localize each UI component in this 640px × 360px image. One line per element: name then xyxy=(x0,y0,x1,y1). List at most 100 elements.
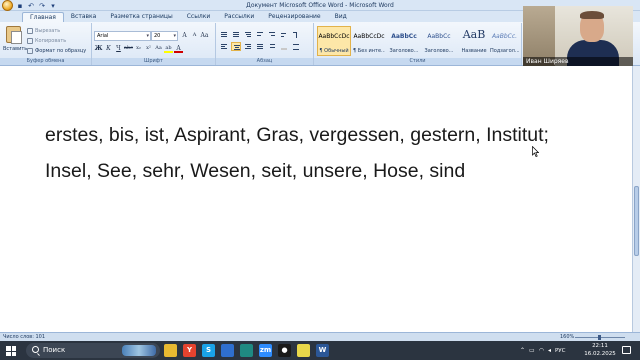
tab-page-layout[interactable]: Разметка страницы xyxy=(103,12,179,22)
taskbar-apps: Y Szm ● W xyxy=(164,344,329,357)
style-no-spacing[interactable]: AaBbCcDc ¶ Без инте... xyxy=(352,26,386,56)
notifications-icon[interactable] xyxy=(622,346,631,354)
strikethrough-button[interactable]: abc xyxy=(124,44,133,53)
subscript-button[interactable]: x₂ xyxy=(134,44,143,53)
justify-icon[interactable] xyxy=(255,42,265,51)
style-sample: AaBbCcDc xyxy=(353,33,385,40)
font-size-value: 20 xyxy=(154,33,161,39)
change-case-button[interactable]: Aa xyxy=(154,44,163,53)
align-right-icon[interactable] xyxy=(243,42,253,51)
document-line-2[interactable]: Insel, See, sehr, Wesen, seit, unsere, H… xyxy=(45,160,465,183)
tab-insert[interactable]: Вставка xyxy=(64,12,103,22)
chevron-up-icon[interactable]: ⌃ xyxy=(520,347,525,354)
cut-button[interactable]: Вырезать xyxy=(27,26,86,36)
grow-font-button[interactable]: A xyxy=(180,31,189,40)
zoom-icon[interactable]: zm xyxy=(259,344,272,357)
taskbar: Поиск Y Szm ● W ⌃ ▭ ◠ ◂ РУС 22:11 16.02.202… xyxy=(0,341,640,360)
style-name: ¶ Без инте... xyxy=(353,48,385,54)
align-center-icon[interactable] xyxy=(231,42,241,51)
clock-time: 22:11 xyxy=(592,343,608,349)
paragraph-group: Абзац xyxy=(216,23,314,65)
style-name: Заголово... xyxy=(424,48,454,54)
font-size-dropdown[interactable]: 20 ▾ xyxy=(151,31,178,41)
style-sample: AaB xyxy=(462,28,486,41)
clear-formatting-button[interactable]: Aa xyxy=(200,31,209,40)
clock-date: 16.02.2025 xyxy=(584,351,616,357)
shrink-font-button[interactable]: A xyxy=(190,31,199,40)
zoom-slider-thumb[interactable] xyxy=(598,335,601,340)
paste-button[interactable]: Вставить xyxy=(3,25,28,55)
style-title[interactable]: AaB Название xyxy=(457,26,491,56)
scrollbar-thumb[interactable] xyxy=(634,186,639,256)
show-marks-icon[interactable] xyxy=(291,30,301,39)
sort-icon[interactable] xyxy=(279,30,289,39)
language-indicator[interactable]: РУС xyxy=(555,348,566,354)
format-painter-button[interactable]: Формат по образцу xyxy=(27,46,86,56)
style-name: Подзагол... xyxy=(490,48,519,54)
style-heading-1[interactable]: AaBbCc Заголово... xyxy=(387,26,421,56)
wifi-icon[interactable]: ◠ xyxy=(539,347,544,354)
style-name: Заголово... xyxy=(389,48,419,54)
document-page[interactable] xyxy=(0,66,632,332)
font-name-value: Arial xyxy=(97,33,109,39)
style-sample: AaBbCc. xyxy=(491,33,518,40)
app-icon[interactable] xyxy=(221,344,234,357)
taskbar-clock[interactable]: 22:11 16.02.2025 xyxy=(584,342,616,358)
tab-view[interactable]: Вид xyxy=(328,12,354,22)
skype-icon[interactable]: S xyxy=(202,344,215,357)
file-explorer-icon[interactable] xyxy=(164,344,177,357)
align-left-icon[interactable] xyxy=(219,42,229,51)
yandex-browser-icon[interactable]: Y xyxy=(183,344,196,357)
media-player-icon[interactable]: ● xyxy=(278,344,291,357)
font-group-label: Шрифт xyxy=(92,58,215,65)
decrease-indent-icon[interactable] xyxy=(255,30,265,39)
increase-indent-icon[interactable] xyxy=(267,30,277,39)
style-name: Название xyxy=(461,48,487,54)
paragraph-group-label: Абзац xyxy=(216,58,313,65)
taskbar-search[interactable]: Поиск xyxy=(26,343,160,358)
font-name-dropdown[interactable]: Arial ▾ xyxy=(94,31,151,41)
line-spacing-icon[interactable] xyxy=(267,42,277,51)
network-icon[interactable]: ▭ xyxy=(529,347,535,354)
multilevel-list-icon[interactable] xyxy=(243,30,253,39)
copy-button[interactable]: Копировать xyxy=(27,36,86,46)
mouse-cursor-icon xyxy=(532,146,539,157)
tab-review[interactable]: Рецензирование xyxy=(261,12,327,22)
status-bar: Число слов: 101 160% xyxy=(0,332,640,341)
highlight-button[interactable]: ab xyxy=(164,44,173,53)
word-icon[interactable]: W xyxy=(316,344,329,357)
style-sample: AaBbCcDc xyxy=(318,33,350,40)
windows-start-icon[interactable] xyxy=(6,346,16,356)
shading-icon[interactable] xyxy=(279,42,289,51)
bold-button[interactable]: Ж xyxy=(94,44,103,53)
volume-icon[interactable]: ◂ xyxy=(548,347,551,354)
tab-mailings[interactable]: Рассылки xyxy=(217,12,261,22)
tab-home[interactable]: Главная xyxy=(22,12,64,22)
underline-button[interactable]: Ч xyxy=(114,44,123,53)
styles-group: AaBbCcDc ¶ Обычный AaBbCcDc ¶ Без инте..… xyxy=(314,23,522,65)
paste-label: Вставить xyxy=(3,46,28,52)
italic-button[interactable]: К xyxy=(104,44,113,53)
document-line-1[interactable]: erstes, bis, ist, Aspirant, Gras, verges… xyxy=(45,124,549,147)
style-normal[interactable]: AaBbCcDc ¶ Обычный xyxy=(317,26,351,56)
sticky-notes-icon[interactable] xyxy=(297,344,310,357)
search-highlight-image xyxy=(122,345,156,356)
paste-icon xyxy=(6,26,22,44)
app-teal-icon[interactable] xyxy=(240,344,253,357)
bullets-icon[interactable] xyxy=(219,30,229,39)
system-tray: ⌃ ▭ ◠ ◂ РУС xyxy=(520,341,565,360)
search-icon xyxy=(32,346,39,353)
styles-group-label: Стили xyxy=(314,58,521,65)
clipboard-group: Вставить Вырезать Копировать Формат по о… xyxy=(0,23,92,65)
numbering-icon[interactable] xyxy=(231,30,241,39)
borders-icon[interactable] xyxy=(291,42,301,51)
vertical-scrollbar[interactable] xyxy=(632,66,640,332)
superscript-button[interactable]: x² xyxy=(144,44,153,53)
style-name: ¶ Обычный xyxy=(319,48,349,54)
webcam-name-label: Иван Ширяев xyxy=(523,57,633,66)
font-color-button[interactable]: A xyxy=(174,44,183,53)
style-subtitle[interactable]: AaBbCc. Подзагол... xyxy=(489,26,520,56)
style-sample: AaBbCc xyxy=(427,33,451,40)
style-heading-2[interactable]: AaBbCc Заголово... xyxy=(422,26,456,56)
tab-references[interactable]: Ссылки xyxy=(180,12,218,22)
